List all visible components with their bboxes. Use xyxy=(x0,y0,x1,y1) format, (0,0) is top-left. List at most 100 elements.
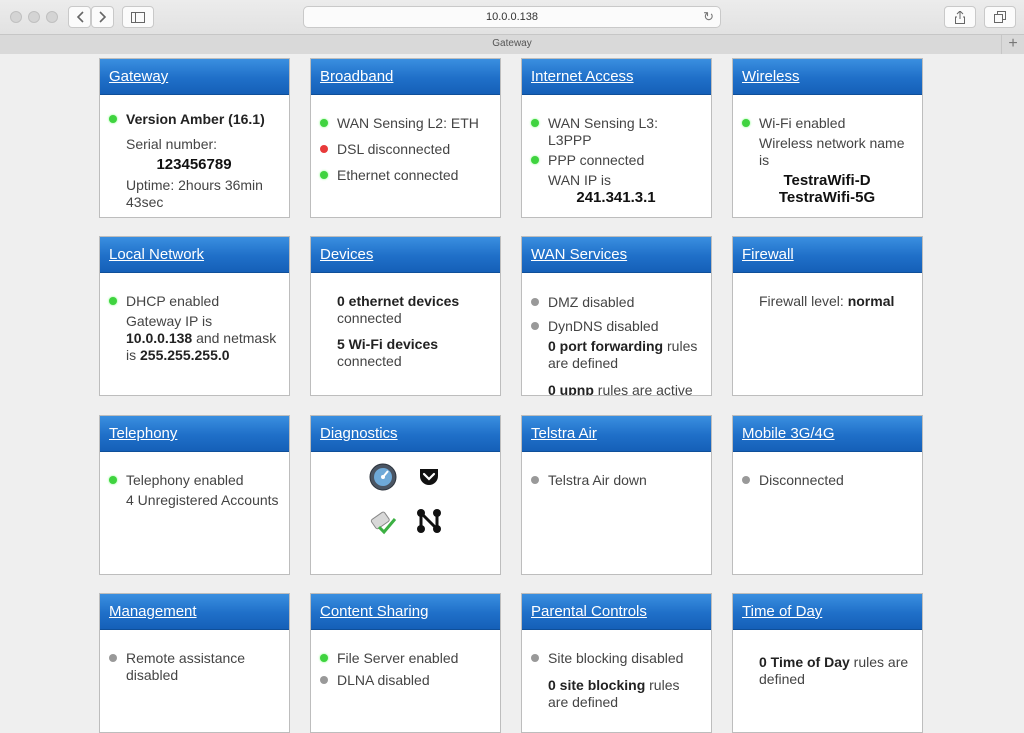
ppp-status: PPP connected xyxy=(548,152,645,168)
status-dot-green xyxy=(109,115,117,123)
minimize-window-icon[interactable] xyxy=(28,11,40,23)
sidebar-button[interactable] xyxy=(122,6,154,28)
status-dot-red xyxy=(320,145,328,153)
network-name-label: Wireless network name is xyxy=(759,135,905,168)
card-title-wireless[interactable]: Wireless xyxy=(742,68,800,85)
telstra-air-status: Telstra Air down xyxy=(548,472,647,488)
card-title-internet-access[interactable]: Internet Access xyxy=(531,68,634,85)
card-broadband: Broadband WAN Sensing L2: ETH DSL discon… xyxy=(310,58,501,218)
card-title-gateway[interactable]: Gateway xyxy=(109,68,168,85)
speedometer-icon[interactable] xyxy=(360,462,406,492)
browser-toolbar: 10.0.0.138 ↻ Gateway + xyxy=(0,0,1024,54)
version-text: Version Amber (16.1) xyxy=(126,111,265,127)
wifi-device-count: 5 Wi-Fi devices xyxy=(337,336,439,352)
status-dot-green xyxy=(109,476,117,484)
upnp-label: rules are active xyxy=(597,382,693,396)
gateway-ip-prefix: Gateway IP is xyxy=(126,313,213,329)
telephony-accounts: 4 Unregistered Accounts xyxy=(126,492,279,508)
card-title-time-of-day[interactable]: Time of Day xyxy=(742,603,822,620)
wan-ip-value: 241.341.3.1 xyxy=(576,189,656,206)
tabs-button[interactable] xyxy=(984,6,1016,28)
topology-icon[interactable] xyxy=(406,506,452,536)
serial-label: Serial number: xyxy=(126,136,218,152)
tabs-icon xyxy=(994,11,1006,23)
file-server-status: File Server enabled xyxy=(337,650,459,666)
firewall-level-label: Firewall level: xyxy=(759,293,844,309)
firewall-level: normal xyxy=(847,293,895,309)
ssid-2: TestraWifi-5G xyxy=(778,189,876,206)
card-title-devices[interactable]: Devices xyxy=(320,246,373,263)
remote-assistance-status: Remote assistance disabled xyxy=(126,650,246,683)
card-title-mobile[interactable]: Mobile 3G/4G xyxy=(742,425,835,442)
card-content-sharing: Content Sharing File Server enabled DLNA… xyxy=(310,593,501,733)
card-title-parental-controls[interactable]: Parental Controls xyxy=(531,603,647,620)
status-dot-green xyxy=(320,654,328,662)
share-button[interactable] xyxy=(944,6,976,28)
url-text: 10.0.0.138 xyxy=(486,11,538,23)
card-title-telephony[interactable]: Telephony xyxy=(109,425,177,442)
tab-bar: Gateway + xyxy=(0,34,1024,54)
pocket-icon[interactable] xyxy=(406,462,452,492)
forward-icon xyxy=(98,11,106,23)
card-title-telstra-air[interactable]: Telstra Air xyxy=(531,425,597,442)
status-dot-green xyxy=(742,119,750,127)
reload-icon[interactable]: ↻ xyxy=(703,7,714,27)
card-management: Management Remote assistance disabled xyxy=(99,593,290,733)
card-mobile: Mobile 3G/4G Disconnected xyxy=(732,415,923,575)
status-dot-grey xyxy=(531,654,539,662)
card-time-of-day: Time of Day 0 Time of Day rules are defi… xyxy=(732,593,923,733)
card-firewall: Firewall Firewall level: normal xyxy=(732,236,923,396)
status-dot-green xyxy=(109,297,117,305)
status-dot-green xyxy=(320,171,328,179)
status-dot-green xyxy=(531,119,539,127)
status-dot-grey xyxy=(320,676,328,684)
dhcp-status: DHCP enabled xyxy=(126,293,220,309)
time-of-day-count: 0 Time of Day xyxy=(759,654,850,670)
forward-button[interactable] xyxy=(91,6,114,28)
back-button[interactable] xyxy=(68,6,91,28)
mobile-status: Disconnected xyxy=(759,472,844,488)
uptime-text: Uptime: 2hours 36min 43sec xyxy=(126,177,263,210)
sidebar-icon xyxy=(131,11,145,23)
dmz-status: DMZ disabled xyxy=(548,294,635,310)
new-tab-icon[interactable]: + xyxy=(1001,35,1024,54)
ethernet-connected-label: connected xyxy=(337,310,402,326)
card-title-content-sharing[interactable]: Content Sharing xyxy=(320,603,428,620)
network-check-icon[interactable] xyxy=(360,506,406,536)
card-diagnostics: Diagnostics xyxy=(310,415,501,575)
card-devices: Devices 0 ethernet devices connected 5 W… xyxy=(310,236,501,396)
close-window-icon[interactable] xyxy=(10,11,22,23)
dlna-status: DLNA disabled xyxy=(337,672,430,688)
card-gateway: Gateway Version Amber (16.1) Serial numb… xyxy=(99,58,290,218)
wan-l2-text: WAN Sensing L2: ETH xyxy=(337,115,479,131)
status-dot-grey xyxy=(531,298,539,306)
dsl-status: DSL disconnected xyxy=(337,141,451,157)
status-dot-grey xyxy=(109,654,117,662)
ethernet-status: Ethernet connected xyxy=(337,167,459,183)
share-icon xyxy=(955,10,965,24)
port-forwarding-count: 0 port forwarding xyxy=(548,338,664,354)
tab-gateway[interactable]: Gateway xyxy=(492,38,531,49)
card-title-local-network[interactable]: Local Network xyxy=(109,246,204,263)
status-dot-green xyxy=(320,119,328,127)
card-title-management[interactable]: Management xyxy=(109,603,197,620)
address-bar[interactable]: 10.0.0.138 ↻ xyxy=(303,6,721,28)
serial-number: 123456789 xyxy=(156,156,232,173)
gateway-ip: 10.0.0.138 xyxy=(126,330,193,346)
wan-l3-text: WAN Sensing L3: L3PPP xyxy=(548,115,658,148)
wifi-connected-label: connected xyxy=(337,353,402,369)
upnp-count: 0 upnp xyxy=(548,382,594,396)
card-wan-services: WAN Services DMZ disabled DynDNS disable… xyxy=(521,236,712,396)
back-icon xyxy=(76,11,84,23)
card-title-broadband[interactable]: Broadband xyxy=(320,68,393,85)
status-dot-green xyxy=(531,156,539,164)
status-dot-grey xyxy=(742,476,750,484)
card-title-diagnostics[interactable]: Diagnostics xyxy=(320,425,398,442)
card-parental-controls: Parental Controls Site blocking disabled… xyxy=(521,593,712,733)
card-internet-access: Internet Access WAN Sensing L3: L3PPP PP… xyxy=(521,58,712,218)
card-title-wan-services[interactable]: WAN Services xyxy=(531,246,627,263)
zoom-window-icon[interactable] xyxy=(46,11,58,23)
card-title-firewall[interactable]: Firewall xyxy=(742,246,794,263)
wifi-status: Wi-Fi enabled xyxy=(759,115,846,131)
ethernet-device-count: 0 ethernet devices xyxy=(337,293,460,309)
